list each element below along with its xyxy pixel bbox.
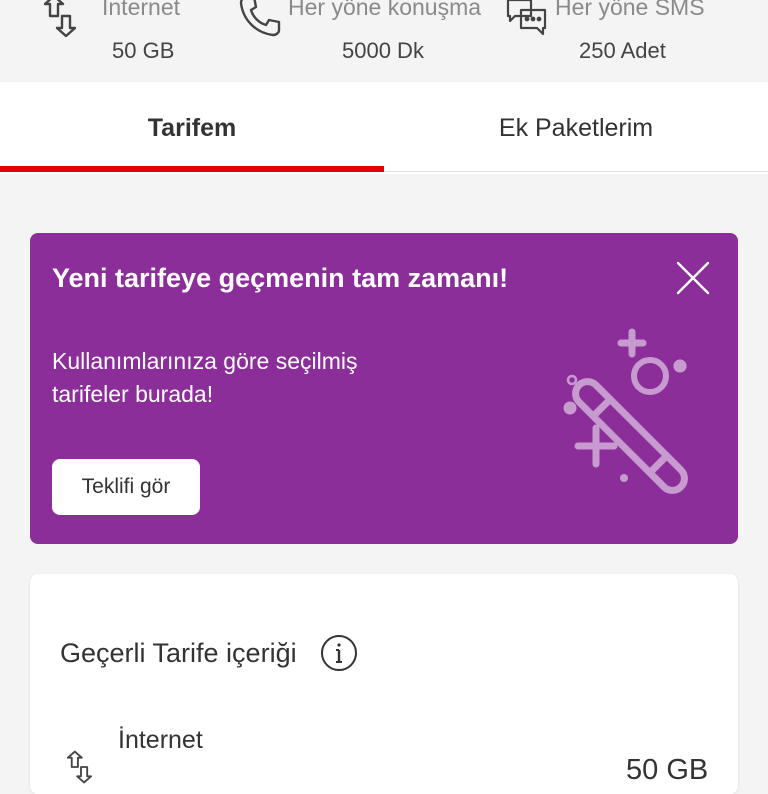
summary-internet-value: 50 GB bbox=[112, 38, 175, 63]
active-tab-indicator bbox=[0, 166, 384, 172]
see-offer-button[interactable]: Teklifi gör bbox=[52, 459, 200, 515]
tab-bar: Tarifem Ek Paketlerim bbox=[0, 82, 768, 174]
data-transfer-icon bbox=[40, 0, 84, 43]
message-icon bbox=[505, 0, 549, 43]
usage-summary: İnternet 50 GB Her yöne konuşma 5000 Dk … bbox=[0, 0, 768, 82]
tab-tarifem[interactable]: Tarifem bbox=[0, 82, 384, 174]
current-tariff-title: Geçerli Tarife içeriği bbox=[60, 638, 297, 668]
promo-title: Yeni tarifeye geçmenin tam zamanı! bbox=[52, 263, 509, 293]
summary-calls-value: 5000 Dk bbox=[342, 38, 424, 63]
tariff-row-label: İnternet bbox=[118, 726, 203, 754]
current-tariff-card: Geçerli Tarife içeriği İnternet 50 GB bbox=[30, 574, 738, 794]
summary-sms-label: Her yöne SMS bbox=[555, 0, 705, 20]
tab-divider bbox=[384, 171, 768, 172]
info-icon[interactable] bbox=[320, 634, 358, 672]
phone-icon bbox=[238, 0, 282, 43]
summary-calls-label: Her yöne konuşma bbox=[288, 0, 482, 20]
promo-text: Kullanımlarınıza göre seçilmiş tarifeler… bbox=[52, 348, 358, 407]
summary-sms-value: 250 Adet bbox=[579, 38, 666, 63]
summary-internet-label: İnternet bbox=[102, 0, 180, 20]
tab-ek-paketlerim[interactable]: Ek Paketlerim bbox=[384, 82, 768, 174]
data-transfer-icon bbox=[64, 750, 98, 789]
magic-wand-icon bbox=[520, 328, 721, 503]
promo-banner: Yeni tarifeye geçmenin tam zamanı! Kulla… bbox=[30, 233, 738, 544]
close-icon[interactable] bbox=[674, 259, 712, 297]
tariff-row-value: 50 GB bbox=[626, 754, 709, 786]
